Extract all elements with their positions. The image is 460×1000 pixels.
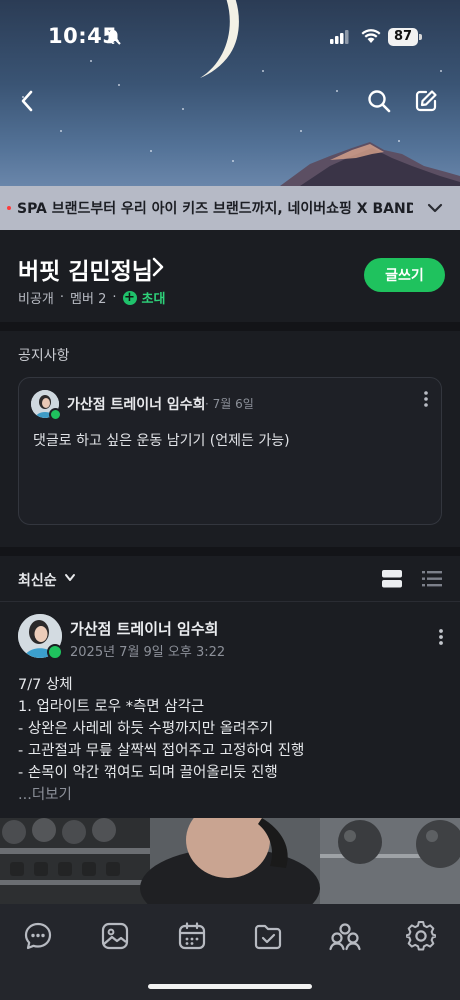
invite-plus-icon[interactable]: + [122,290,137,305]
sort-bar: 최신순 [0,556,460,602]
write-post-button[interactable]: 글쓰기 [364,258,445,292]
read-more-link[interactable]: ...더보기 [18,784,442,806]
settings-icon [406,921,436,951]
sort-dropdown[interactable]: 최신순 [18,570,57,590]
notice-heading: 공지사항 [18,348,70,364]
more-vertical-icon[interactable] [423,390,429,408]
post-line: - 상완은 사레레 하듯 수평까지만 올려주기 [18,721,274,737]
post-photo[interactable] [0,818,460,904]
card-view-icon[interactable] [382,570,402,588]
post-line: - 손목이 약간 꺾여도 되며 끌어올리듯 진행 [18,765,278,781]
crown-badge-icon [47,644,63,660]
notice-author[interactable]: 가산점 트레이너 임수희 [67,394,206,414]
ad-dot-icon [7,206,11,210]
edit-icon [415,90,437,112]
ad-banner[interactable]: SPA 브랜드부터 우리 아이 키즈 브랜드까지, 네이버쇼핑 X BAND 단… [0,186,460,230]
crown-badge-icon [49,408,62,421]
ad-banner-text: SPA 브랜드부터 우리 아이 키즈 브랜드까지, 네이버쇼핑 X BAND 단… [17,201,413,217]
notice-section: 공지사항 가산점 트레이너 임수희 · 7월 6일 댓글로 하고 싶은 운동 남… [0,331,460,547]
home-indicator [148,984,312,989]
wifi-icon [361,29,381,43]
post-line: 1. 업라이트 로우 *측면 삼각근 [18,699,205,715]
photo-icon [101,922,129,950]
compose-button[interactable] [411,86,441,116]
mountains-graphic [280,142,460,186]
back-button[interactable] [12,86,42,116]
band-meta: 비공개 · 멤버 2 · + 초대 [18,288,165,307]
post-date: 2025년 7월 9일 오후 3:22 [70,645,226,660]
folder-check-icon [254,924,282,950]
status-bar: 10:45 87 [0,0,460,74]
section-divider [0,322,460,331]
post-author[interactable]: 가산점 트레이너 임수희 [70,618,218,639]
chat-icon [24,922,52,950]
tab-chat[interactable] [18,916,58,956]
notice-date: · 7월 6일 [205,397,254,411]
battery-indicator: 87 [388,28,418,46]
tab-files[interactable] [248,916,288,956]
tab-members[interactable] [325,916,365,956]
section-divider [0,547,460,556]
search-icon [368,90,391,113]
post-line: - 고관절과 무릎 살짝씩 접어주고 고정하여 진행 [18,743,305,759]
chevron-down-icon[interactable] [426,199,444,217]
meta-separator: · [112,290,117,305]
post-card[interactable]: 가산점 트레이너 임수희 2025년 7월 9일 오후 3:22 7/7 상체 … [0,602,460,818]
member-count[interactable]: 멤버 2 [70,288,106,307]
chevron-left-icon [21,90,33,112]
calendar-icon [178,922,206,950]
bell-muted-icon [105,29,121,45]
invite-link[interactable]: 초대 [142,288,166,307]
members-icon [329,923,361,951]
post-body: 7/7 상체 1. 업라이트 로우 *측면 삼각근 - 상완은 사레레 하듯 수… [18,674,442,806]
battery-tip [419,34,422,40]
gym-photo [0,818,460,904]
more-vertical-icon[interactable] [438,628,444,646]
tab-photos[interactable] [95,916,135,956]
band-info: 버핏 김민정님 비공개 · 멤버 2 · + 초대 글쓰기 [0,230,460,322]
notice-card[interactable]: 가산점 트레이너 임수희 · 7월 6일 댓글로 하고 싶은 운동 남기기 (언… [18,377,442,525]
band-cover-image: 10:45 87 [0,0,460,186]
meta-separator: · [59,290,65,305]
privacy-label: 비공개 [18,292,54,307]
post-line: 7/7 상체 [18,677,73,693]
tab-settings[interactable] [401,916,441,956]
search-button[interactable] [364,86,394,116]
band-title[interactable]: 버핏 김민정님 [18,252,153,286]
chevron-right-icon[interactable] [152,257,164,277]
tab-calendar[interactable] [172,916,212,956]
chevron-down-icon[interactable] [64,573,76,583]
list-view-icon[interactable] [422,570,442,588]
cellular-signal-icon [330,30,349,44]
notice-body: 댓글로 하고 싶은 운동 남기기 (언제든 가능) [33,433,290,449]
